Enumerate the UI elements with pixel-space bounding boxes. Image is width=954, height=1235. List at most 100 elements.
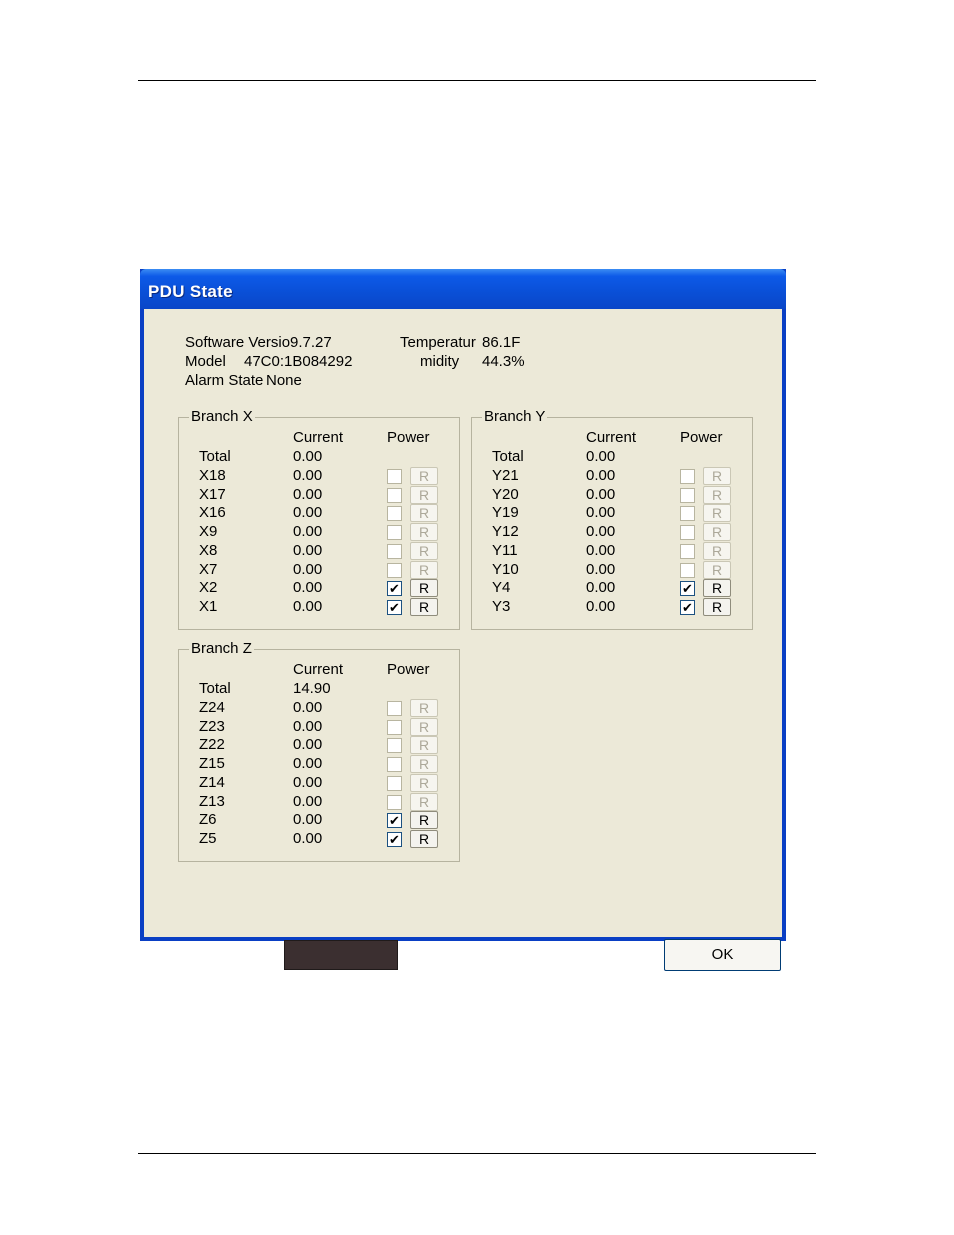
outlet-label: Z23 — [199, 717, 225, 735]
ok-button[interactable]: OK — [664, 939, 781, 971]
branch-z-power-header: Power — [387, 661, 430, 678]
outlet-label: Z15 — [199, 755, 225, 773]
outlet-power-checkbox[interactable] — [387, 794, 402, 810]
outlet-label: Z5 — [199, 829, 217, 847]
outlet-reset-button[interactable]: R — [703, 485, 731, 504]
pdu-state-dialog: PDU State Software Versio 9.7.27 Model 4… — [140, 269, 786, 971]
outlet-power-checkbox[interactable] — [680, 562, 695, 578]
outlet-power-checkbox[interactable] — [387, 738, 402, 754]
outlet-current-value: 0.00 — [293, 523, 323, 541]
outlet-reset-button[interactable]: R — [703, 541, 731, 560]
outlet-reset-button[interactable]: R — [410, 541, 438, 560]
outlet-power-checkbox[interactable] — [680, 525, 695, 541]
outlet-label: Y12 — [492, 523, 519, 541]
outlet-label: X9 — [199, 523, 218, 541]
humidity-label: midity — [420, 353, 460, 370]
footer-rule — [138, 1153, 816, 1154]
outlet-current-value: 0.00 — [293, 579, 323, 597]
branch-z-total-value: 14.90 — [293, 680, 331, 697]
outlet-reset-button[interactable]: R — [410, 811, 438, 830]
outlet-reset-button[interactable]: R — [410, 717, 438, 736]
outlet-power-checkbox[interactable]: ✔ — [387, 831, 402, 847]
software-version-value: 9.7.27 — [290, 334, 332, 351]
outlet-current-value: 0.00 — [293, 773, 323, 791]
outlet-reset-button[interactable]: R — [703, 523, 731, 542]
outlet-current-value: 0.00 — [293, 792, 323, 810]
outlet-power-checkbox[interactable] — [680, 506, 695, 522]
outlet-reset-button[interactable]: R — [410, 597, 438, 616]
dark-button[interactable] — [284, 940, 398, 970]
outlet-power-checkbox[interactable]: ✔ — [680, 599, 695, 615]
outlet-label: X7 — [199, 560, 218, 578]
outlet-reset-button[interactable]: R — [703, 579, 731, 598]
outlet-label: Z24 — [199, 699, 225, 716]
branch-x-total-value: 0.00 — [293, 448, 323, 465]
outlet-current-value: 0.00 — [293, 717, 323, 735]
outlet-power-checkbox[interactable] — [387, 543, 402, 559]
header-rule — [138, 80, 816, 81]
humidity-value: 44.3% — [482, 353, 525, 370]
outlet-power-checkbox[interactable] — [387, 701, 402, 716]
branch-z-title: Branch Z — [189, 640, 254, 658]
outlet-reset-button[interactable]: R — [410, 504, 438, 523]
branch-y-total-label: Total — [492, 448, 524, 465]
outlet-reset-button[interactable]: R — [410, 699, 438, 717]
branch-y-power-header: Power — [680, 429, 723, 446]
outlet-label: Y4 — [492, 579, 511, 597]
outlet-reset-button[interactable]: R — [410, 792, 438, 811]
outlet-power-checkbox[interactable]: ✔ — [387, 813, 402, 829]
outlet-power-checkbox[interactable] — [680, 543, 695, 559]
outlet-reset-button[interactable]: R — [410, 467, 438, 485]
title-bar[interactable]: PDU State — [140, 269, 786, 309]
outlet-current-value: 0.00 — [293, 736, 323, 754]
branch-x-title: Branch X — [189, 408, 255, 426]
outlet-power-checkbox[interactable] — [387, 719, 402, 735]
outlet-current-value: 0.00 — [293, 829, 323, 847]
outlet-power-checkbox[interactable] — [680, 469, 695, 484]
outlet-power-checkbox[interactable] — [387, 757, 402, 773]
outlet-reset-button[interactable]: R — [703, 467, 731, 485]
outlet-power-checkbox[interactable]: ✔ — [387, 599, 402, 615]
outlet-power-checkbox[interactable]: ✔ — [387, 581, 402, 597]
outlet-power-checkbox[interactable] — [387, 562, 402, 578]
branch-y-group: Branch Y Current Power Total 0.00 Y21 0.00 R Y20… — [471, 408, 753, 630]
outlet-reset-button[interactable]: R — [410, 736, 438, 755]
outlet-power-checkbox[interactable] — [680, 487, 695, 503]
outlet-reset-button[interactable]: R — [410, 523, 438, 542]
outlet-label: X18 — [199, 467, 226, 484]
outlet-reset-button[interactable]: R — [703, 597, 731, 616]
outlet-current-value: 0.00 — [586, 523, 616, 541]
outlet-power-checkbox[interactable] — [387, 775, 402, 791]
outlet-reset-button[interactable]: R — [410, 485, 438, 504]
outlet-current-value: 0.00 — [293, 541, 323, 559]
outlet-label: Y11 — [492, 541, 518, 559]
outlet-reset-button[interactable]: R — [410, 560, 438, 579]
model-label: Model — [185, 353, 226, 370]
outlet-label: X2 — [199, 579, 218, 597]
outlet-current-value: 0.00 — [293, 560, 323, 578]
branch-x-total-label: Total — [199, 448, 231, 465]
outlet-reset-button[interactable]: R — [410, 773, 438, 792]
outlet-reset-button[interactable]: R — [410, 579, 438, 598]
outlet-label: Y21 — [492, 467, 519, 484]
outlet-reset-button[interactable]: R — [410, 829, 438, 848]
software-version-label: Software Versio — [185, 334, 291, 351]
outlet-current-value: 0.00 — [586, 560, 616, 578]
outlet-current-value: 0.00 — [293, 467, 323, 484]
outlet-power-checkbox[interactable]: ✔ — [680, 581, 695, 597]
outlet-label: Y3 — [492, 597, 511, 615]
branch-y-current-header: Current — [586, 429, 637, 446]
outlet-label: X8 — [199, 541, 218, 559]
outlet-current-value: 0.00 — [586, 504, 616, 522]
outlet-label: Z6 — [199, 811, 217, 829]
outlet-label: X1 — [199, 597, 218, 615]
branch-z-total-label: Total — [199, 680, 231, 697]
outlet-power-checkbox[interactable] — [387, 506, 402, 522]
outlet-reset-button[interactable]: R — [410, 755, 438, 774]
outlet-power-checkbox[interactable] — [387, 525, 402, 541]
outlet-power-checkbox[interactable] — [387, 487, 402, 503]
outlet-reset-button[interactable]: R — [703, 560, 731, 579]
outlet-power-checkbox[interactable] — [387, 469, 402, 484]
outlet-reset-button[interactable]: R — [703, 504, 731, 523]
outlet-current-value: 0.00 — [293, 811, 323, 829]
